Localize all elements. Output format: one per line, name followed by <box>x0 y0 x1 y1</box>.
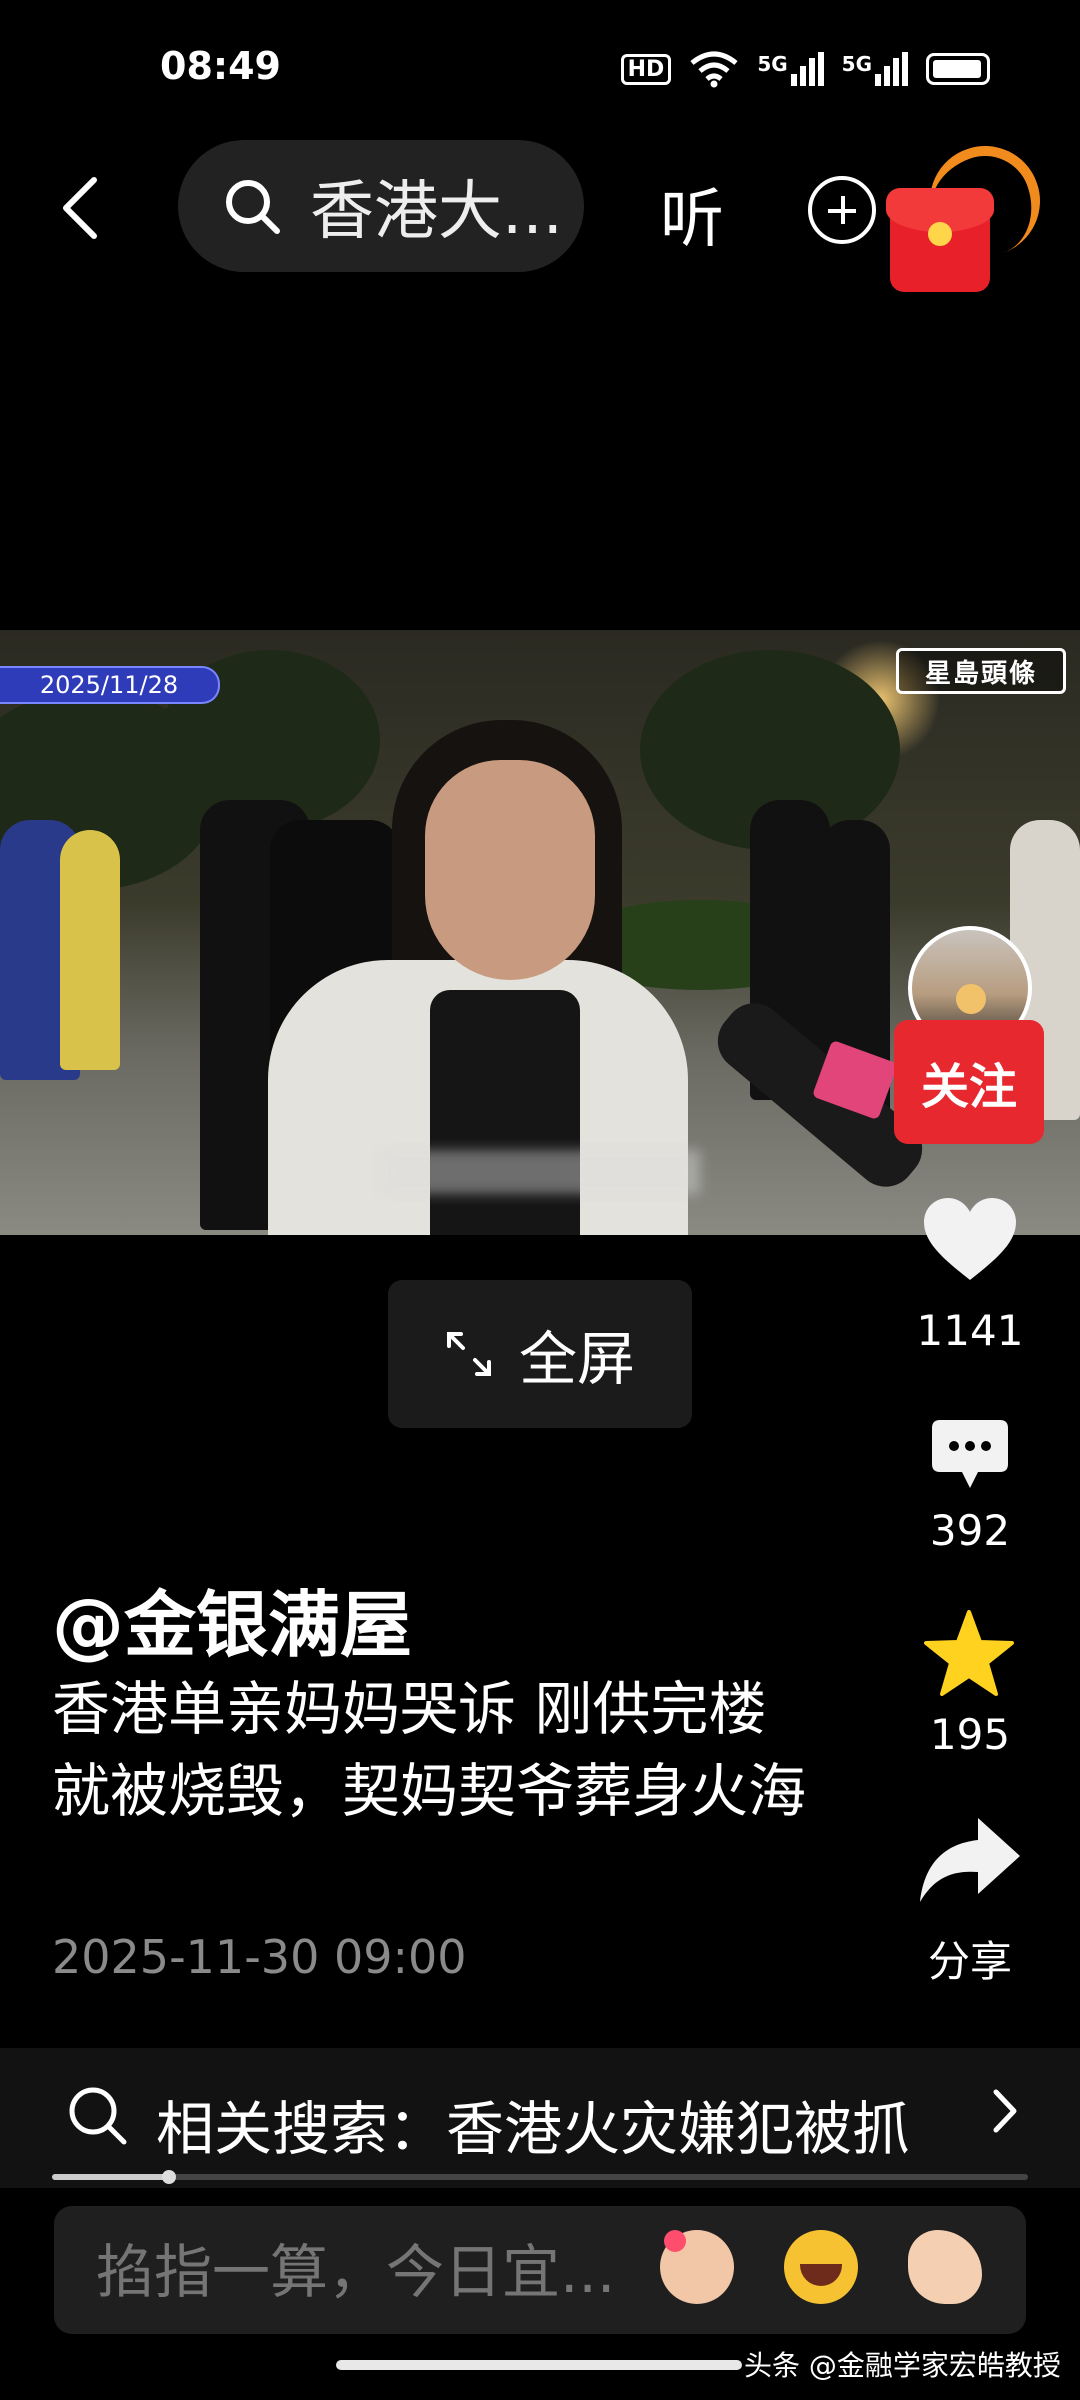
video-progress-fill <box>52 2174 169 2180</box>
comment-input[interactable] <box>96 2238 656 2306</box>
video-player[interactable]: 2025/11/28 星島頭條 <box>0 630 1080 1235</box>
video-progress-handle[interactable] <box>162 2170 176 2184</box>
fullscreen-label: 全屏 <box>518 1325 635 1393</box>
search-icon <box>69 2087 127 2145</box>
follow-button[interactable]: 关注 <box>894 1020 1044 1144</box>
video-progress-track[interactable] <box>52 2174 1028 2180</box>
wifi-icon <box>690 51 738 88</box>
share-label[interactable]: 分享 <box>880 1928 1060 1989</box>
search-query: 香港大... <box>310 175 564 249</box>
back-button[interactable] <box>50 168 110 248</box>
author-name[interactable]: @金银满屋 <box>52 1566 412 1671</box>
5g-signal-icon: 5G <box>842 52 908 86</box>
favorite-star-icon[interactable] <box>924 1610 1014 1696</box>
status-time: 08:49 <box>160 44 281 88</box>
chevron-right-icon[interactable] <box>990 2086 1020 2136</box>
favorite-count: 195 <box>929 1710 1011 1759</box>
battery-icon <box>926 53 990 85</box>
video-date-badge: 2025/11/28 <box>0 666 220 704</box>
post-datetime: 2025-11-30 09:00 <box>52 1930 467 1984</box>
search-bar[interactable]: 香港大... <box>178 140 584 272</box>
like-heart-icon[interactable] <box>922 1196 1018 1282</box>
comment-icon[interactable] <box>930 1418 1010 1492</box>
source-credit: 头条 @金融学家宏皓教授 <box>744 2349 1061 2382</box>
hd-icon: HD <box>620 53 672 85</box>
add-icon[interactable] <box>808 176 876 244</box>
related-search-text[interactable]: 相关搜索：香港火灾嫌犯被抓 <box>156 2082 910 2166</box>
listen-button[interactable]: 听 <box>660 168 724 260</box>
5g-signal-icon: 5G <box>757 52 824 86</box>
red-packet-seal <box>928 222 952 246</box>
share-arrow-icon[interactable] <box>918 1814 1022 1906</box>
finger-heart-emoji-icon[interactable] <box>660 2230 734 2304</box>
video-watermark: 星島頭條 <box>896 648 1066 694</box>
laughing-emoji-icon[interactable] <box>784 2230 858 2304</box>
expand-icon <box>446 1332 491 1376</box>
chevron-left-icon <box>63 177 97 239</box>
subtitle-blur <box>380 1150 700 1194</box>
search-icon <box>226 180 280 234</box>
video-subject-face <box>425 760 595 980</box>
home-indicator[interactable] <box>336 2360 742 2370</box>
like-count: 1141 <box>916 1306 1024 1355</box>
status-icons: HD 5G 5G <box>620 50 990 88</box>
video-subject-shirt <box>430 990 580 1235</box>
comment-count: 392 <box>929 1506 1011 1555</box>
fullscreen-button[interactable]: 全屏 <box>388 1280 692 1428</box>
post-title: 香港单亲妈妈哭诉 刚供完楼就被烧毁，契妈契爷葬身火海 <box>52 1675 807 1825</box>
